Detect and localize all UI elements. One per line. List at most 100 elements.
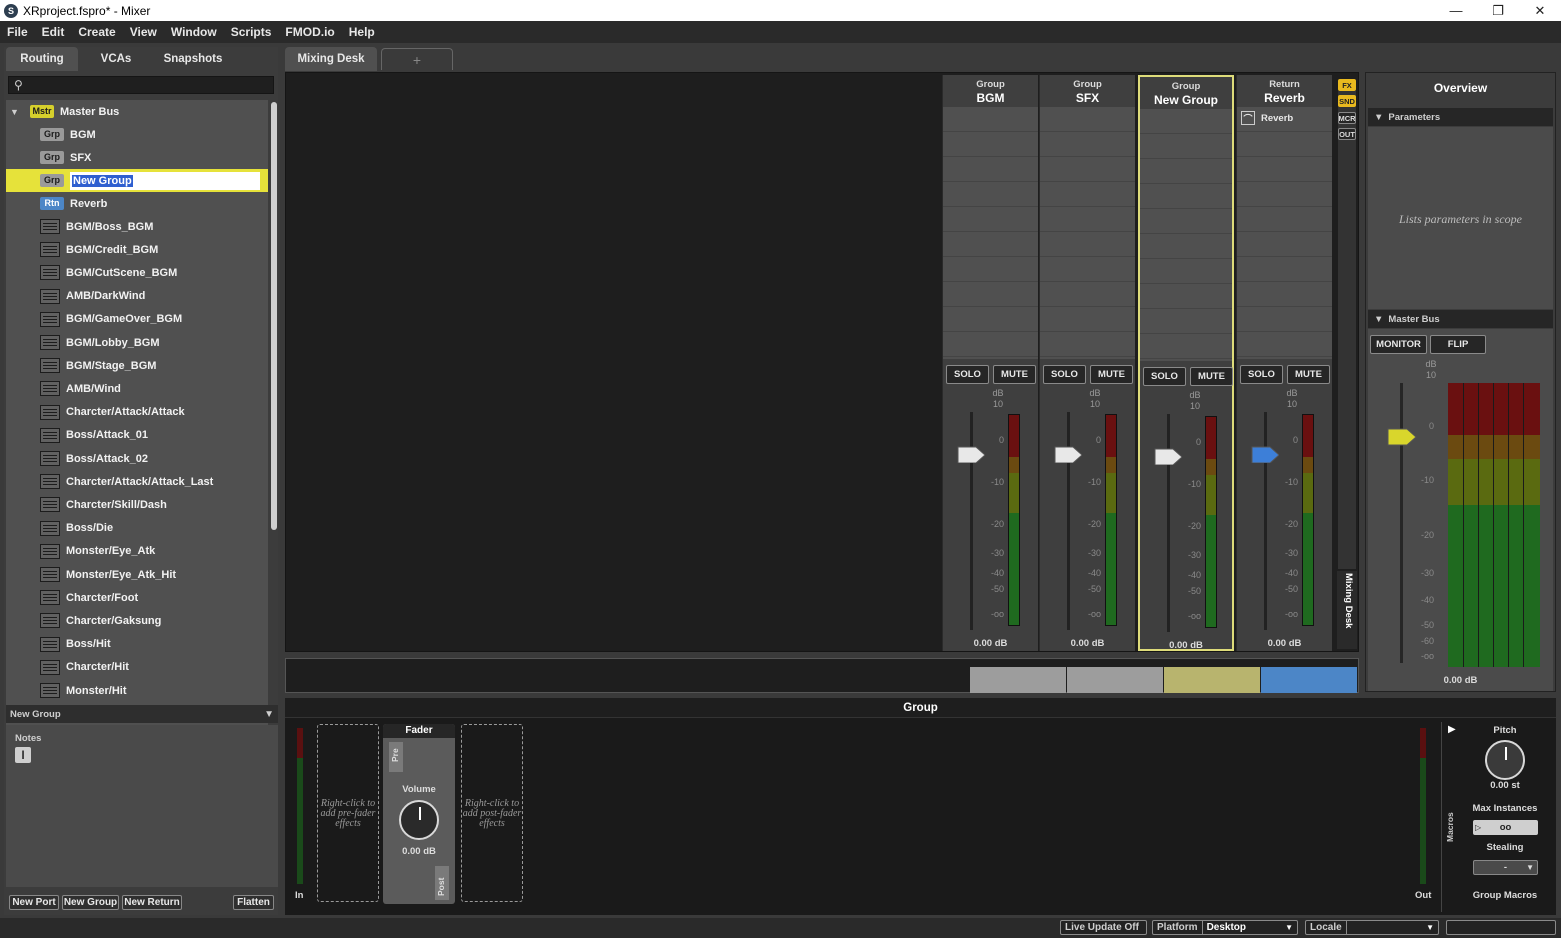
rename-field[interactable]: New Group <box>70 171 260 190</box>
tree-row-master[interactable]: ▼ Mstr Master Bus <box>6 100 268 123</box>
locale-selector[interactable]: Locale ▼ <box>1305 920 1439 935</box>
tree-row-event[interactable]: BGM/GameOver_BGM <box>6 308 268 331</box>
stealing-dropdown[interactable]: - ▼ <box>1473 860 1538 875</box>
tree-row-event[interactable]: Monster/Eye_Atk <box>6 540 268 563</box>
pre-fader-slot[interactable]: Right-click to add pre-fader effects <box>317 724 379 902</box>
flatten-button[interactable]: Flatten <box>233 895 274 910</box>
tree-row-event[interactable]: BGM/Credit_BGM <box>6 238 268 261</box>
tree-row-event[interactable]: BGM/Stage_BGM <box>6 354 268 377</box>
mute-button[interactable]: MUTE <box>1190 367 1233 386</box>
tree-row-event[interactable]: Charcter/Skill/Dash <box>6 493 268 516</box>
volume-knob[interactable] <box>399 800 439 840</box>
post-fader-slot[interactable]: Right-click to add post-fader effects <box>461 724 523 902</box>
flip-button[interactable]: FLIP <box>1430 335 1486 354</box>
expand-triangle-icon[interactable]: ▼ <box>10 107 26 117</box>
mute-button[interactable]: MUTE <box>1287 365 1330 384</box>
pitch-knob[interactable] <box>1485 740 1525 780</box>
tab-snapshots[interactable]: Snapshots <box>154 47 232 71</box>
effect-slots[interactable] <box>1040 107 1135 359</box>
effect-slots[interactable] <box>943 107 1038 359</box>
tree-row-bus-selected[interactable]: Grp New Group <box>6 169 268 192</box>
new-group-button[interactable]: New Group <box>62 895 119 910</box>
tree-row-event[interactable]: Monster/Hit <box>6 679 268 702</box>
max-instances-field[interactable]: ▷ oo <box>1473 820 1538 835</box>
tree-row-event[interactable]: AMB/DarkWind <box>6 285 268 308</box>
menu-window[interactable]: Window <box>164 25 224 39</box>
fader-handle[interactable] <box>1154 447 1182 465</box>
tab-vcas[interactable]: VCAs <box>82 47 150 71</box>
effect-slots[interactable] <box>1140 109 1232 361</box>
channel-strip[interactable]: Group SFX SOLO MUTE dB 10 0 -10 -20 -30 -40 -50 -oo 0… <box>1039 75 1135 651</box>
menu-file[interactable]: File <box>0 25 35 39</box>
channel-strip[interactable]: Group New Group SOLO MUTE dB 10 0 -10 -20 -30 -40 -… <box>1138 75 1234 651</box>
strip-db-value[interactable]: 0.00 dB <box>1237 638 1332 649</box>
new-port-button[interactable]: New Port <box>9 895 59 910</box>
fader-handle[interactable] <box>1251 445 1279 463</box>
tree-row-event[interactable]: Charcter/Hit <box>6 656 268 679</box>
menu-view[interactable]: View <box>123 25 164 39</box>
tree-row-event[interactable]: BGM/CutScene_BGM <box>6 261 268 284</box>
fader-handle[interactable] <box>1054 445 1082 463</box>
mute-button[interactable]: MUTE <box>1090 365 1133 384</box>
live-update-toggle[interactable]: Live Update Off <box>1060 920 1147 935</box>
notes-area[interactable]: Notes I <box>6 725 278 887</box>
solo-button[interactable]: SOLO <box>946 365 989 384</box>
tree-row-bus[interactable]: Grp BGM <box>6 123 268 146</box>
strip-db-value[interactable]: 0.00 dB <box>1140 640 1232 651</box>
tree-row-event[interactable]: Boss/Hit <box>6 633 268 656</box>
macros-expand-icon[interactable]: ▶ <box>1448 724 1456 735</box>
master-fader-track[interactable] <box>1400 383 1403 663</box>
close-button[interactable]: ✕ <box>1519 0 1561 21</box>
tab-routing[interactable]: Routing <box>6 47 78 71</box>
tree-row-event[interactable]: BGM/Boss_BGM <box>6 215 268 238</box>
tree-row-event[interactable]: Charcter/Attack/Attack_Last <box>6 470 268 493</box>
search-input[interactable] <box>31 78 269 92</box>
tree-row-event[interactable]: Monster/Eye_Atk_Hit <box>6 563 268 586</box>
channel-strip[interactable]: Group BGM SOLO MUTE dB 10 0 -10 -20 -30 -40 -50 -oo 0… <box>942 75 1038 651</box>
effect-slots[interactable]: ⌒ Reverb <box>1237 107 1332 359</box>
text-cursor-icon[interactable]: I <box>15 747 31 763</box>
tree-row-event[interactable]: Boss/Die <box>6 517 268 540</box>
search-box[interactable]: ⚲ <box>8 76 274 94</box>
mcr-tag[interactable]: MCR <box>1338 112 1356 124</box>
strip-db-value[interactable]: 0.00 dB <box>943 638 1038 649</box>
solo-button[interactable]: SOLO <box>1143 367 1186 386</box>
new-return-button[interactable]: New Return <box>122 895 182 910</box>
menu-fmodio[interactable]: FMOD.io <box>278 25 341 39</box>
tree-row-event[interactable]: BGM/Lobby_BGM <box>6 331 268 354</box>
parameters-header[interactable]: ▼ Parameters <box>1368 108 1553 126</box>
tab-mixing-desk[interactable]: Mixing Desk <box>285 47 377 71</box>
pitch-value[interactable]: 0.00 st <box>1465 780 1545 791</box>
tree-row-bus[interactable]: Rtn Reverb <box>6 192 268 215</box>
effect-slot[interactable]: ⌒ Reverb <box>1241 110 1293 126</box>
snd-tag[interactable]: SND <box>1338 95 1356 107</box>
add-tab-button[interactable]: + <box>381 48 453 70</box>
nav-strip-reverb[interactable] <box>1261 667 1357 693</box>
fader-handle[interactable] <box>957 445 985 463</box>
channel-strip[interactable]: Return Reverb ⌒ Reverb SOLO MUTE dB 10 0 -10 -20 -3… <box>1236 75 1332 651</box>
tree-row-event[interactable]: Charcter/Attack/Attack <box>6 401 268 424</box>
tree-row-event[interactable]: Charcter/Foot <box>6 586 268 609</box>
tree-row-event[interactable]: AMB/Wind <box>6 377 268 400</box>
master-bus-header[interactable]: ▼ Master Bus <box>1368 310 1553 328</box>
platform-selector[interactable]: Platform Desktop ▼ <box>1152 920 1298 935</box>
tree-row-bus[interactable]: Grp SFX <box>6 146 268 169</box>
minimize-button[interactable]: — <box>1435 0 1477 21</box>
menu-scripts[interactable]: Scripts <box>224 25 279 39</box>
monitor-button[interactable]: MONITOR <box>1370 335 1427 354</box>
fx-tag[interactable]: FX <box>1338 79 1356 91</box>
tree-row-event[interactable]: Boss/Attack_02 <box>6 447 268 470</box>
menu-edit[interactable]: Edit <box>35 25 72 39</box>
desk-scrollbar[interactable] <box>1338 91 1356 569</box>
mixing-desk-vertical-tab[interactable]: Mixing Desk <box>1337 571 1357 649</box>
tree-scrollbar[interactable] <box>271 102 277 530</box>
menu-create[interactable]: Create <box>71 25 122 39</box>
volume-value[interactable]: 0.00 dB <box>383 846 455 857</box>
restore-button[interactable]: ❐ <box>1477 0 1519 21</box>
nav-strip-sfx[interactable] <box>1067 667 1163 693</box>
nav-strip-new-group[interactable] <box>1164 667 1260 693</box>
solo-button[interactable]: SOLO <box>1240 365 1283 384</box>
solo-button[interactable]: SOLO <box>1043 365 1086 384</box>
collapse-triangle-icon[interactable]: ▼ <box>264 709 274 720</box>
out-tag[interactable]: OUT <box>1338 128 1356 140</box>
